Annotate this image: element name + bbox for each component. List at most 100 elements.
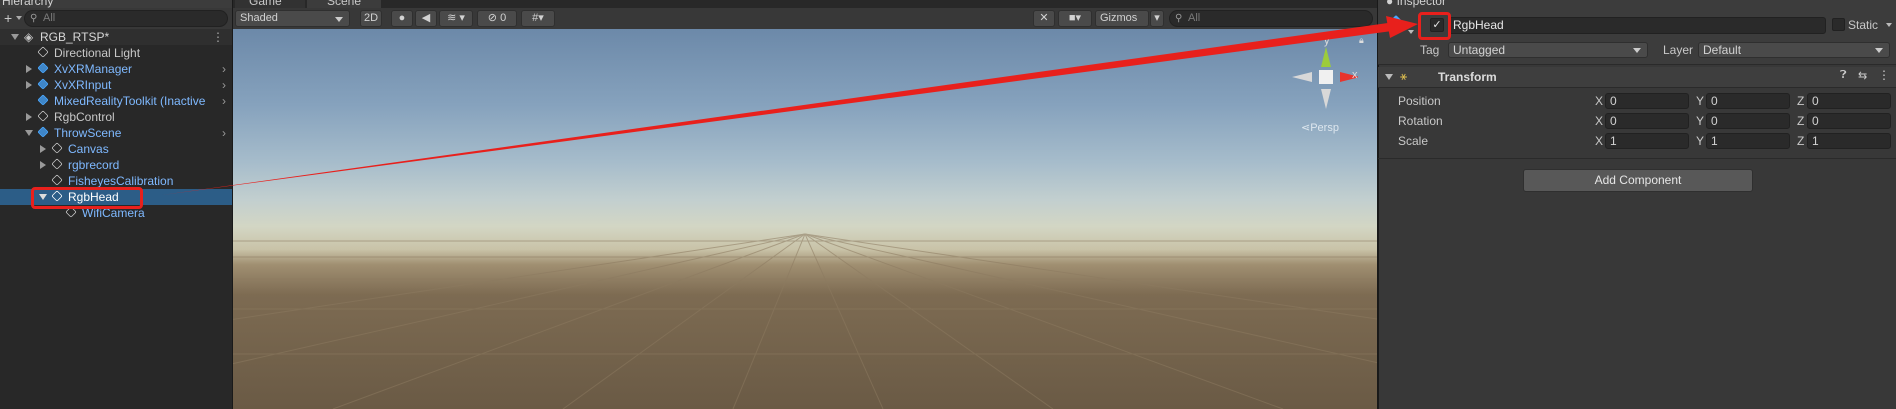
info-icon: ● bbox=[1386, 0, 1394, 8]
expand-icon[interactable] bbox=[40, 145, 46, 153]
effects-dropdown[interactable]: ≋ ▾ bbox=[439, 10, 473, 27]
chevron-right-icon[interactable]: › bbox=[222, 93, 226, 109]
scene-search-input[interactable]: ⚲ All bbox=[1169, 10, 1373, 27]
rotation-y-field[interactable]: 0 bbox=[1706, 113, 1790, 129]
add-component-button[interactable]: Add Component bbox=[1523, 169, 1753, 192]
inspector-tab[interactable]: ● Inspector bbox=[1378, 0, 1896, 8]
tree-item-rgbrecord[interactable]: rgbrecord bbox=[0, 157, 232, 173]
scene-tabbar: Game Scene bbox=[233, 0, 1377, 8]
inspector-header: ✓ RgbHead Static Tag Untagged Layer Defa… bbox=[1378, 8, 1896, 65]
expand-icon[interactable] bbox=[26, 81, 32, 89]
tree-item-xvxrmanager[interactable]: XvXRManager › bbox=[0, 61, 232, 77]
scale-y-field[interactable]: 1 bbox=[1706, 133, 1790, 149]
scene-search-placeholder: All bbox=[1188, 12, 1201, 24]
search-icon: ⚲ bbox=[30, 13, 38, 24]
rotation-label: Rotation bbox=[1398, 114, 1443, 128]
add-dropdown-icon[interactable] bbox=[16, 16, 22, 20]
chevron-down-icon bbox=[1633, 48, 1641, 53]
scale-x-field[interactable]: 1 bbox=[1605, 133, 1689, 149]
add-icon[interactable]: + bbox=[4, 11, 12, 25]
rotation-x-field[interactable]: 0 bbox=[1605, 113, 1689, 129]
scene-root-label: RGB_RTSP* bbox=[40, 30, 110, 44]
more-options-icon[interactable]: ⋮ bbox=[212, 29, 224, 45]
eye-off-icon: ⊘ bbox=[487, 12, 498, 24]
hierarchy-tree: ◈ RGB_RTSP* ⋮ Directional Light XvXRMana… bbox=[0, 29, 232, 409]
transform-icon: ⚹ bbox=[1400, 69, 1408, 83]
grid-snapping-dropdown[interactable]: #▾ bbox=[521, 10, 555, 27]
scene-toolbar: Shaded 2D ● ◀ ≋ ▾ ⊘ 0 #▾ ✕ ■▾ Gizmos ▾ ⚲… bbox=[233, 8, 1377, 30]
static-checkbox[interactable] bbox=[1832, 18, 1845, 31]
layer-label: Layer bbox=[1663, 43, 1694, 57]
static-dropdown-icon[interactable] bbox=[1886, 23, 1892, 27]
axis-x-label: x bbox=[1352, 69, 1358, 81]
gameobject-icon bbox=[51, 174, 63, 186]
chevron-right-icon[interactable]: › bbox=[222, 61, 226, 77]
speaker-icon: ◀ bbox=[421, 12, 431, 24]
preset-icon[interactable]: ⇆ bbox=[1858, 69, 1867, 82]
camera-dropdown[interactable]: ■▾ bbox=[1058, 10, 1092, 27]
transform-title: Transform bbox=[1438, 70, 1497, 84]
icon-dropdown-icon[interactable] bbox=[1408, 30, 1414, 34]
more-options-icon[interactable]: ⋮ bbox=[1878, 68, 1890, 82]
lighting-toggle[interactable]: ● bbox=[391, 10, 413, 27]
gameobject-large-icon[interactable] bbox=[1386, 14, 1408, 36]
shading-mode-dropdown[interactable]: Shaded bbox=[235, 10, 350, 27]
chevron-down-icon: ▾ bbox=[1154, 12, 1160, 24]
scale-label: Scale bbox=[1398, 134, 1429, 148]
persp-icon: ⋖ bbox=[1301, 122, 1311, 134]
rotation-z-field[interactable]: 0 bbox=[1807, 113, 1891, 129]
scale-z-field[interactable]: 1 bbox=[1807, 133, 1891, 149]
prefab-icon bbox=[37, 78, 49, 90]
expand-icon[interactable] bbox=[40, 161, 46, 169]
transform-header[interactable]: ⚹ Transform ❓︎ ⇆ ⋮ bbox=[1378, 67, 1896, 88]
search-icon: ⚲ bbox=[1175, 13, 1183, 24]
unity-scene-icon: ◈ bbox=[24, 30, 34, 44]
hierarchy-search-placeholder: All bbox=[43, 12, 56, 24]
hidden-objects-toggle[interactable]: ⊘ 0 bbox=[477, 10, 517, 27]
component-divider bbox=[1378, 158, 1896, 159]
tag-label: Tag bbox=[1420, 43, 1440, 57]
scene-root-row[interactable]: ◈ RGB_RTSP* ⋮ bbox=[0, 29, 232, 45]
tag-dropdown[interactable]: Untagged bbox=[1448, 42, 1648, 58]
lightbulb-icon: ● bbox=[398, 12, 406, 24]
prefab-icon bbox=[37, 62, 49, 74]
tree-item-canvas[interactable]: Canvas bbox=[0, 141, 232, 157]
layer-dropdown[interactable]: Default bbox=[1698, 42, 1890, 58]
tree-item-throwscene[interactable]: ThrowScene › bbox=[0, 125, 232, 141]
position-z-field[interactable]: 0 bbox=[1807, 93, 1891, 109]
collapse-icon[interactable] bbox=[25, 130, 33, 136]
scene-viewport[interactable]: y x 🔒︎ ⋖Persp bbox=[233, 29, 1377, 409]
tab-scene[interactable]: Scene bbox=[307, 0, 381, 8]
camera-icon: ■▾ bbox=[1068, 12, 1082, 24]
prefab-icon bbox=[37, 94, 49, 106]
tree-item-rgbcontrol[interactable]: RgbControl bbox=[0, 109, 232, 125]
position-y-field[interactable]: 0 bbox=[1706, 93, 1790, 109]
lock-icon[interactable]: 🔒︎ bbox=[1359, 35, 1364, 46]
chevron-down-icon bbox=[335, 17, 343, 22]
chevron-right-icon[interactable]: › bbox=[222, 125, 226, 141]
object-name-field[interactable]: RgbHead bbox=[1448, 17, 1826, 34]
expand-icon[interactable] bbox=[26, 65, 32, 73]
tree-item-directional-light[interactable]: Directional Light bbox=[0, 45, 232, 61]
chevron-right-icon[interactable]: › bbox=[222, 77, 226, 93]
gizmos-button[interactable]: Gizmos bbox=[1095, 10, 1149, 27]
tab-game[interactable]: Game bbox=[235, 0, 305, 8]
tree-item-mixedrealitytoolkit[interactable]: MixedRealityToolkit (Inactive › bbox=[0, 93, 232, 109]
gizmos-dropdown[interactable]: ▾ bbox=[1150, 10, 1164, 27]
position-x-field[interactable]: 0 bbox=[1605, 93, 1689, 109]
projection-toggle[interactable]: ⋖Persp bbox=[1301, 121, 1339, 134]
hierarchy-tab[interactable]: Hierarchy bbox=[0, 0, 232, 8]
tools-button[interactable]: ✕ bbox=[1033, 10, 1055, 27]
prefab-icon bbox=[37, 126, 49, 138]
position-label: Position bbox=[1398, 94, 1441, 108]
transform-body: Position X 0 Y 0 Z 0 Rotation X 0 Y 0 Z … bbox=[1378, 92, 1896, 152]
gameobject-icon bbox=[37, 110, 49, 122]
tree-item-xvxrinput[interactable]: XvXRInput › bbox=[0, 77, 232, 93]
help-icon[interactable]: ❓︎ bbox=[1840, 69, 1847, 82]
toggle-2d-button[interactable]: 2D bbox=[360, 10, 382, 27]
collapse-icon[interactable] bbox=[1385, 74, 1393, 80]
orientation-gizmo[interactable]: y x bbox=[1288, 35, 1360, 117]
expand-icon[interactable] bbox=[26, 113, 32, 121]
hierarchy-search-input[interactable]: ⚲ All bbox=[24, 10, 228, 27]
audio-toggle[interactable]: ◀ bbox=[415, 10, 437, 27]
